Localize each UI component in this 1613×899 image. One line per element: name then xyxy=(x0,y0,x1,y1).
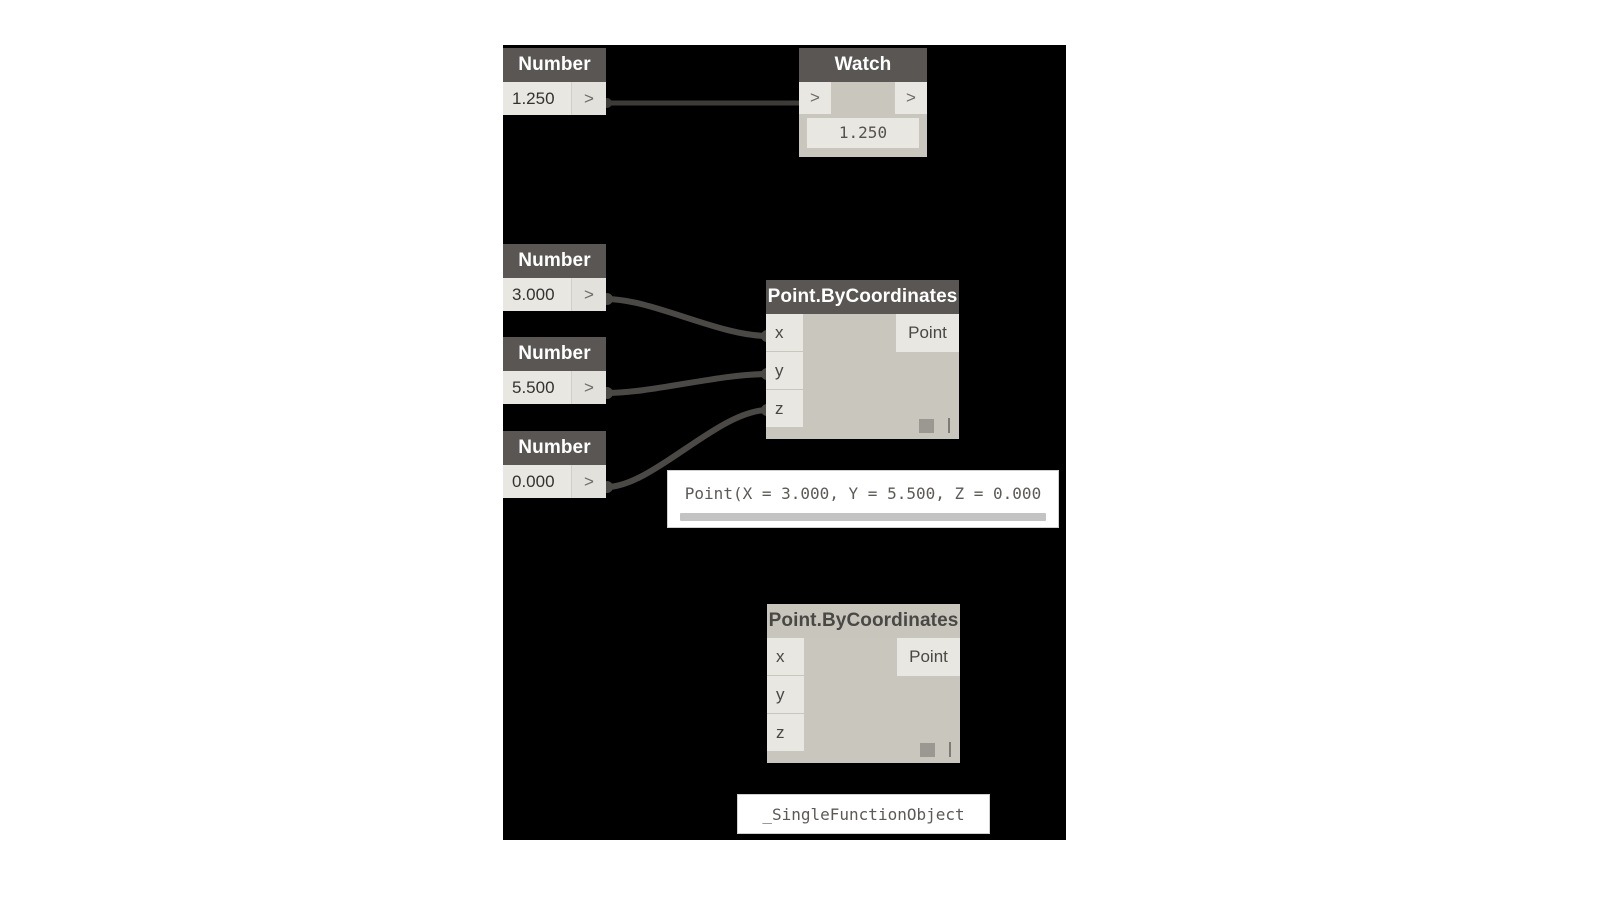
output-port-chevron-icon[interactable]: > xyxy=(571,371,606,404)
node-body: x y z Point xyxy=(766,314,959,439)
input-port-list: x y z xyxy=(766,314,803,428)
square-glyph-icon[interactable] xyxy=(920,742,935,757)
preview-bubble-point-result[interactable]: Point(X = 3.000, Y = 5.500, Z = 0.000 xyxy=(667,470,1059,528)
node-body: x y z Point xyxy=(767,638,960,763)
preview-bubble-function-object[interactable]: _SingleFunctionObject xyxy=(737,794,990,834)
node-ports-row: > > xyxy=(799,82,927,114)
number-value-input[interactable]: 0.000 xyxy=(503,465,571,498)
output-port-point[interactable]: Point xyxy=(896,314,959,352)
output-port-chevron-icon[interactable]: > xyxy=(571,82,606,115)
node-title: Number xyxy=(503,48,606,82)
input-port-z[interactable]: z xyxy=(767,714,804,752)
input-port-y[interactable]: y xyxy=(766,352,803,390)
node-title: Watch xyxy=(799,48,927,82)
number-value-input[interactable]: 1.250 xyxy=(503,82,571,115)
node-title: Number xyxy=(503,337,606,371)
input-port-y[interactable]: y xyxy=(767,676,804,714)
input-port-x[interactable]: x xyxy=(767,638,804,676)
input-port-list: x y z xyxy=(767,638,804,752)
dynamo-canvas[interactable]: Number 1.250 > Watch > > 1.250 Number 3.… xyxy=(503,45,1066,840)
node-number-1[interactable]: Number 1.250 > xyxy=(503,48,606,115)
node-number-3[interactable]: Number 5.500 > xyxy=(503,337,606,404)
preview-text: _SingleFunctionObject xyxy=(762,805,965,824)
watch-result-value: 1.250 xyxy=(807,118,919,148)
preview-scrollbar[interactable] xyxy=(680,513,1046,521)
preview-text: Point(X = 3.000, Y = 5.500, Z = 0.000 xyxy=(684,484,1042,503)
node-number-2[interactable]: Number 3.000 > xyxy=(503,244,606,311)
watch-result-area: 1.250 xyxy=(799,114,927,157)
bar-glyph-icon[interactable] xyxy=(948,418,950,433)
wire-number2-to-x xyxy=(603,296,771,339)
output-port-chevron-icon[interactable]: > xyxy=(571,465,606,498)
node-title: Point.ByCoordinates xyxy=(766,280,959,314)
node-title: Number xyxy=(503,244,606,278)
square-glyph-icon[interactable] xyxy=(919,418,934,433)
output-port-chevron-icon[interactable]: > xyxy=(571,278,606,311)
screenshot-root: Number 1.250 > Watch > > 1.250 Number 3.… xyxy=(0,0,1613,899)
bar-glyph-icon[interactable] xyxy=(949,742,951,757)
node-number-4[interactable]: Number 0.000 > xyxy=(503,431,606,498)
node-title: Point.ByCoordinates xyxy=(767,604,960,638)
wire-number3-to-y xyxy=(603,371,771,396)
input-port-x[interactable]: x xyxy=(766,314,803,352)
node-body: 5.500 > xyxy=(503,371,606,404)
node-footer xyxy=(919,418,950,433)
number-value-input[interactable]: 5.500 xyxy=(503,371,571,404)
node-body: 3.000 > xyxy=(503,278,606,311)
output-port-point[interactable]: Point xyxy=(897,638,960,676)
input-port-chevron-icon[interactable]: > xyxy=(799,82,831,114)
node-point-bycoordinates-2[interactable]: Point.ByCoordinates x y z Point xyxy=(767,604,960,763)
number-value-input[interactable]: 3.000 xyxy=(503,278,571,311)
node-title: Number xyxy=(503,431,606,465)
node-body: 1.250 > xyxy=(503,82,606,115)
node-body: 0.000 > xyxy=(503,465,606,498)
node-watch[interactable]: Watch > > 1.250 xyxy=(799,48,927,157)
node-point-bycoordinates-1[interactable]: Point.ByCoordinates x y z Point xyxy=(766,280,959,439)
input-port-z[interactable]: z xyxy=(766,390,803,428)
output-port-chevron-icon[interactable]: > xyxy=(895,82,927,114)
node-footer xyxy=(920,742,951,757)
